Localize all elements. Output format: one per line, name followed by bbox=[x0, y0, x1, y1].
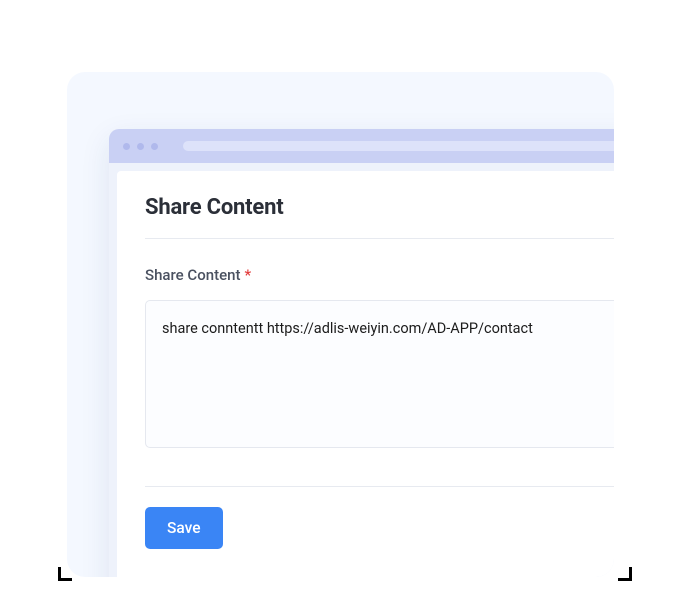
crop-mark-icon bbox=[58, 567, 72, 581]
field-label-text: Share Content bbox=[145, 266, 240, 284]
preview-stage: Share Content Share Content * Save bbox=[67, 72, 614, 577]
window-dot-icon bbox=[123, 143, 130, 150]
window-dot-icon bbox=[137, 143, 144, 150]
share-content-textarea[interactable] bbox=[145, 300, 614, 448]
required-indicator-icon: * bbox=[244, 266, 251, 284]
page-title: Share Content bbox=[145, 195, 614, 239]
content-card: Share Content Share Content * Save bbox=[117, 171, 614, 577]
share-content-form: Share Content * Save bbox=[145, 239, 614, 549]
share-content-label: Share Content * bbox=[145, 266, 251, 284]
address-bar-placeholder bbox=[183, 141, 614, 151]
crop-mark-icon bbox=[618, 567, 632, 581]
form-footer: Save bbox=[145, 486, 614, 549]
browser-window: Share Content Share Content * Save bbox=[109, 129, 614, 577]
browser-body: Share Content Share Content * Save bbox=[109, 163, 614, 577]
browser-titlebar bbox=[109, 129, 614, 163]
save-button[interactable]: Save bbox=[145, 507, 223, 549]
window-dot-icon bbox=[151, 143, 158, 150]
